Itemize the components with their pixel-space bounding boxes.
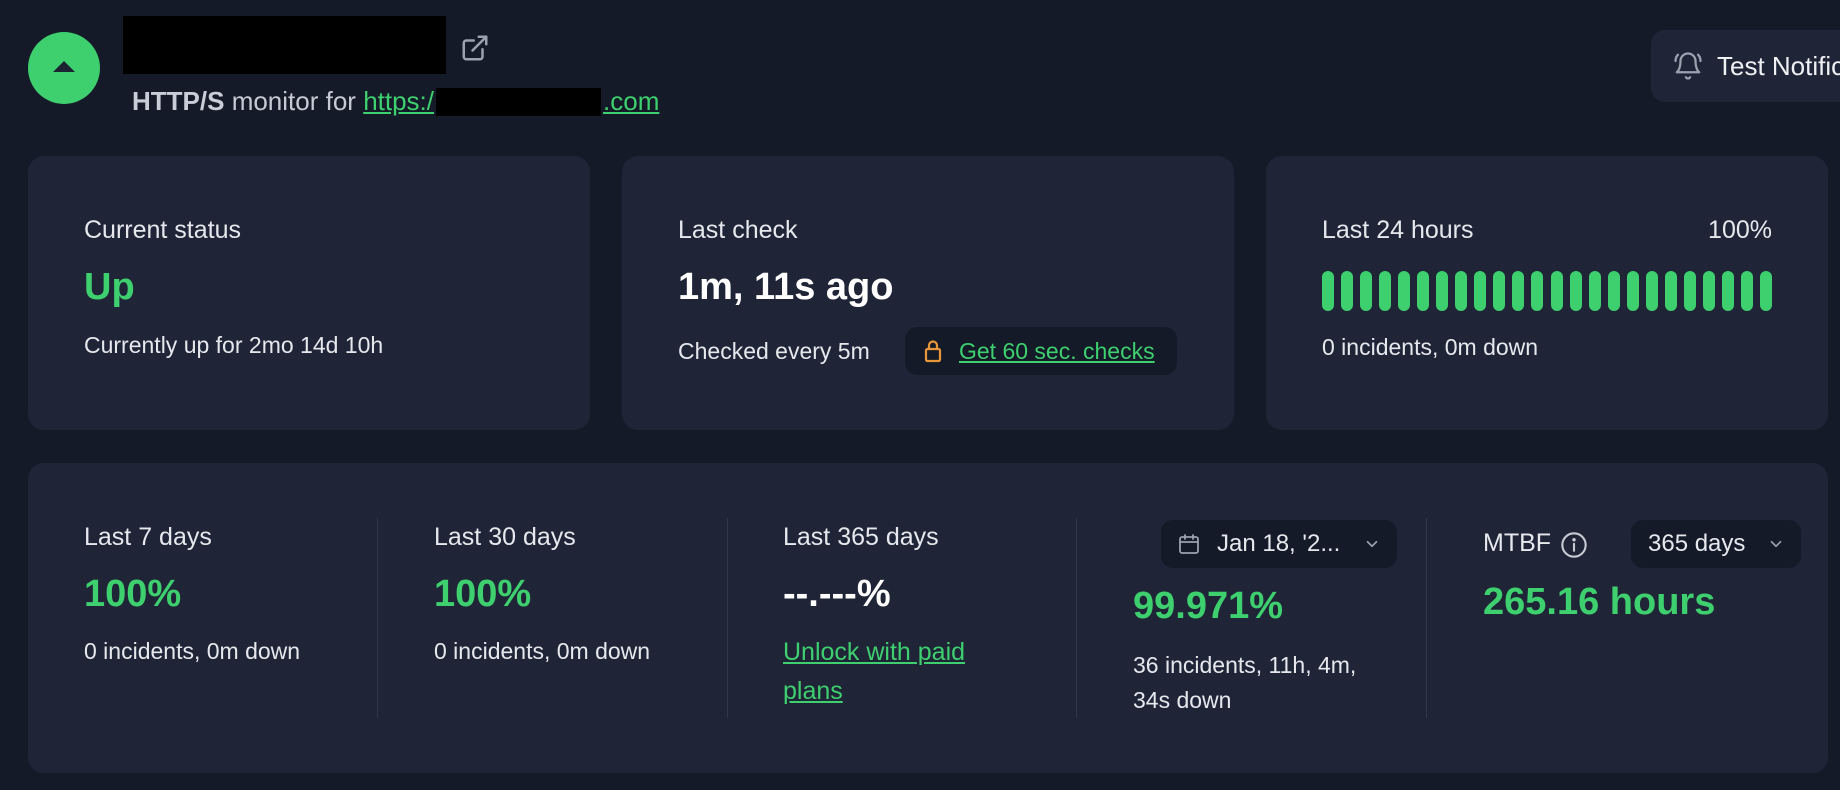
- current-status-detail: Currently up for 2mo 14d 10h: [84, 332, 384, 358]
- lock-icon: [924, 340, 942, 363]
- date-range-select[interactable]: Jan 18, '2...: [1161, 520, 1397, 568]
- unlock-paid-plans-link[interactable]: Unlock with paid plans: [783, 633, 1013, 711]
- date-range-value: Jan 18, '2...: [1217, 530, 1341, 557]
- period-7-days-label: Last 7 days: [84, 523, 212, 551]
- last-24-hours-percent: 100%: [1708, 216, 1772, 244]
- monitor-type: HTTP/S: [132, 86, 225, 116]
- uptime-bar[interactable]: [1626, 271, 1639, 311]
- get-60-sec-checks-link[interactable]: Get 60 sec. checks: [959, 338, 1155, 365]
- divider: [1426, 518, 1427, 718]
- uptime-bar[interactable]: [1436, 271, 1449, 311]
- current-status-label: Current status: [84, 216, 242, 244]
- mtbf-range-select[interactable]: 365 days: [1631, 520, 1801, 568]
- uptime-bar[interactable]: [1322, 271, 1334, 311]
- uptime-bar[interactable]: [1645, 271, 1658, 311]
- uptime-bars: [1322, 271, 1772, 311]
- uptime-bar[interactable]: [1550, 271, 1563, 311]
- uptime-bar[interactable]: [1683, 271, 1696, 311]
- mtbf-label: MTBF: [1483, 529, 1552, 557]
- period-30-days-label: Last 30 days: [434, 523, 576, 551]
- last-check-card: Last check 1m, 11s ago Checked every 5m …: [622, 156, 1234, 430]
- monitor-name-redacted: [123, 16, 446, 74]
- monitor-subtitle: HTTP/S monitor for https:/ .com: [132, 86, 659, 117]
- period-7-days-detail: 0 incidents, 0m down: [84, 638, 301, 664]
- external-link-icon[interactable]: [460, 33, 490, 63]
- period-30-days-detail: 0 incidents, 0m down: [434, 638, 651, 664]
- uptime-bar[interactable]: [1512, 271, 1525, 311]
- check-interval: Checked every 5m: [678, 338, 870, 364]
- info-icon[interactable]: [1560, 531, 1588, 559]
- uptime-bar[interactable]: [1588, 271, 1601, 311]
- uptime-bar[interactable]: [1721, 271, 1734, 311]
- last-24-hours-label: Last 24 hours: [1322, 216, 1474, 244]
- custom-range-detail: 36 incidents, 11h, 4m, 34s down: [1133, 652, 1357, 713]
- monitor-url-link[interactable]: https:/ .com: [363, 86, 659, 116]
- url-redacted: [436, 88, 602, 116]
- divider: [1076, 518, 1077, 718]
- url-prefix: https:/: [363, 86, 435, 116]
- period-30-days-value: 100%: [434, 573, 532, 615]
- uptime-bar[interactable]: [1398, 271, 1411, 311]
- uptime-bar[interactable]: [1455, 271, 1468, 311]
- uptime-bar[interactable]: [1360, 271, 1373, 311]
- status-up-indicator: [28, 32, 100, 104]
- uptime-bar[interactable]: [1474, 271, 1487, 311]
- mtbf-value: 265.16 hours: [1483, 581, 1716, 623]
- uptime-bar[interactable]: [1740, 271, 1753, 311]
- uptime-bar[interactable]: [1760, 271, 1772, 311]
- last-24-hours-detail: 0 incidents, 0m down: [1322, 334, 1539, 360]
- period-7-days-value: 100%: [84, 573, 182, 615]
- uptime-bar[interactable]: [1531, 271, 1544, 311]
- period-365-days-label: Last 365 days: [783, 523, 939, 551]
- current-status-card: Current status Up Currently up for 2mo 1…: [28, 156, 590, 430]
- custom-range-value: 99.971%: [1133, 585, 1284, 627]
- last-24-hours-card: Last 24 hours 100% 0 incidents, 0m down: [1266, 156, 1828, 430]
- chevron-down-icon: [1366, 540, 1378, 548]
- uptime-bar[interactable]: [1569, 271, 1582, 311]
- uptime-bar[interactable]: [1702, 271, 1715, 311]
- mtbf-range-value: 365 days: [1648, 530, 1746, 557]
- bell-icon: [1674, 52, 1702, 80]
- period-365-days-value: --.---%: [783, 573, 891, 615]
- current-status-value: Up: [84, 266, 135, 308]
- upgrade-checks-pill[interactable]: Get 60 sec. checks: [905, 327, 1177, 375]
- last-check-value: 1m, 11s ago: [678, 266, 894, 308]
- uptime-bar[interactable]: [1664, 271, 1677, 311]
- monitor-for-text: monitor for: [231, 86, 356, 116]
- uptime-bar[interactable]: [1417, 271, 1430, 311]
- arrow-up-icon: [53, 61, 75, 72]
- divider: [727, 518, 728, 718]
- test-notification-button[interactable]: Test Notific: [1651, 30, 1840, 102]
- url-suffix: .com: [603, 86, 660, 116]
- uptime-bar[interactable]: [1379, 271, 1392, 311]
- calendar-icon: [1179, 534, 1199, 554]
- last-check-label: Last check: [678, 216, 798, 244]
- divider: [377, 518, 378, 718]
- uptime-bar[interactable]: [1607, 271, 1620, 311]
- chevron-down-icon: [1770, 540, 1782, 548]
- uptime-bar[interactable]: [1493, 271, 1506, 311]
- uptime-periods-card: Last 7 days 100% 0 incidents, 0m down La…: [28, 463, 1828, 773]
- test-notification-label: Test Notific: [1717, 50, 1840, 81]
- uptime-bar[interactable]: [1341, 271, 1354, 311]
